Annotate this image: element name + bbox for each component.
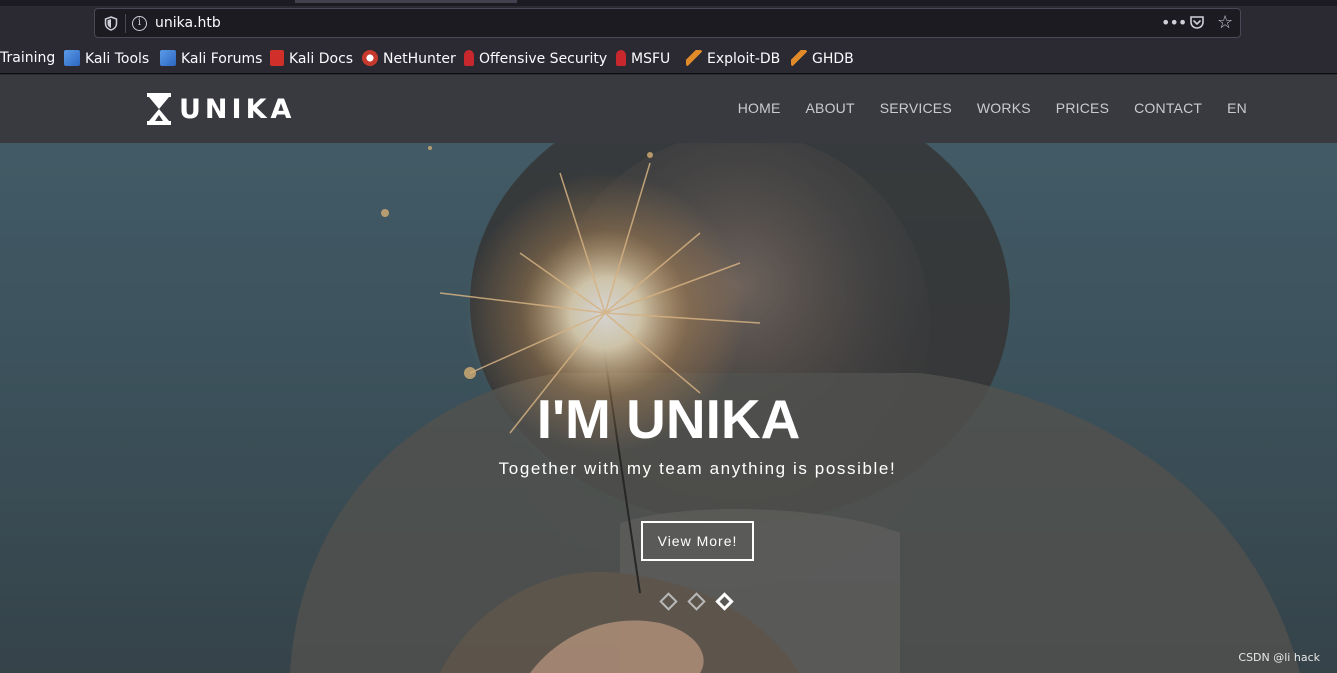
bookmark-msfu[interactable]: MSFU (616, 50, 670, 67)
nav-services[interactable]: SERVICES (880, 100, 952, 116)
nav-prices[interactable]: PRICES (1056, 100, 1109, 116)
bookmark-kali-docs[interactable]: Kali Docs (270, 50, 353, 67)
bookmark-label: GHDB (812, 51, 854, 67)
nav-about[interactable]: ABOUT (806, 100, 855, 116)
kali-icon (160, 50, 176, 66)
hero-section: I'M UNIKA Together with my team anything… (0, 143, 1337, 673)
bookmark-label: Kali Docs (289, 51, 354, 67)
carousel-indicators (659, 592, 740, 615)
address-bar[interactable]: i unika.htb ••• ☆ (94, 8, 1241, 38)
offsec-icon (616, 50, 626, 66)
carousel-dot-2[interactable] (687, 592, 706, 611)
more-icon[interactable]: ••• (1161, 13, 1187, 32)
info-icon[interactable]: i (132, 16, 147, 31)
site-logo[interactable]: UNIKA (147, 92, 295, 126)
bookmark-label: Offensive Security (479, 51, 608, 67)
bookmark-nethunter[interactable]: NetHunter (362, 50, 456, 67)
exploitdb-icon (686, 50, 702, 66)
bookmark-label: Exploit-DB (707, 51, 781, 67)
hero-subtitle: Together with my team anything is possib… (498, 459, 897, 478)
bookmark-label: Kali Tools (85, 51, 150, 67)
bookmark-label: Kali Forums (181, 51, 263, 67)
bookmark-training[interactable]: Training (0, 50, 55, 66)
bookmark-label: Training (0, 50, 56, 66)
address-separator (125, 14, 126, 33)
kali-icon (64, 50, 80, 66)
bookmark-label: MSFU (631, 51, 671, 67)
url-text[interactable]: unika.htb (155, 15, 221, 31)
pocket-icon[interactable] (1189, 15, 1205, 30)
kali-docs-icon (270, 50, 284, 66)
site-navbar: UNIKA HOME ABOUT SERVICES WORKS PRICES C… (0, 75, 1337, 143)
nav-contact[interactable]: CONTACT (1134, 100, 1202, 116)
bookmark-ghdb[interactable]: GHDB (791, 50, 854, 67)
bookmark-kali-tools[interactable]: Kali Tools (64, 50, 149, 67)
active-tab[interactable] (295, 0, 517, 3)
toolbar: i unika.htb ••• ☆ (0, 6, 1337, 42)
offsec-icon (464, 50, 474, 66)
bookmark-label: NetHunter (383, 51, 456, 67)
view-more-button[interactable]: View More! (641, 521, 754, 561)
nav-works[interactable]: WORKS (977, 100, 1031, 116)
nav-home[interactable]: HOME (738, 100, 781, 116)
bookmark-kali-forums[interactable]: Kali Forums (160, 50, 262, 67)
bookmark-offensive-security[interactable]: Offensive Security (464, 50, 607, 67)
nethunter-icon (362, 50, 378, 66)
hero-title: I'M UNIKA (536, 388, 801, 450)
shield-icon[interactable] (104, 16, 118, 31)
hourglass-logo-icon (147, 93, 171, 125)
carousel-dot-1[interactable] (659, 592, 678, 611)
bookmarks-toolbar: Training Kali Tools Kali Forums Kali Doc… (0, 42, 1337, 74)
carousel-dot-3[interactable] (715, 592, 734, 611)
star-icon[interactable]: ☆ (1217, 12, 1233, 33)
webpage: UNIKA HOME ABOUT SERVICES WORKS PRICES C… (0, 75, 1337, 673)
main-nav: HOME ABOUT SERVICES WORKS PRICES CONTACT… (713, 100, 1247, 116)
bookmark-exploit-db[interactable]: Exploit-DB (686, 50, 780, 67)
nav-language[interactable]: EN (1227, 100, 1247, 116)
exploitdb-icon (791, 50, 807, 66)
watermark: CSDN @li hack (1238, 651, 1320, 664)
logo-text: UNIKA (179, 93, 296, 125)
